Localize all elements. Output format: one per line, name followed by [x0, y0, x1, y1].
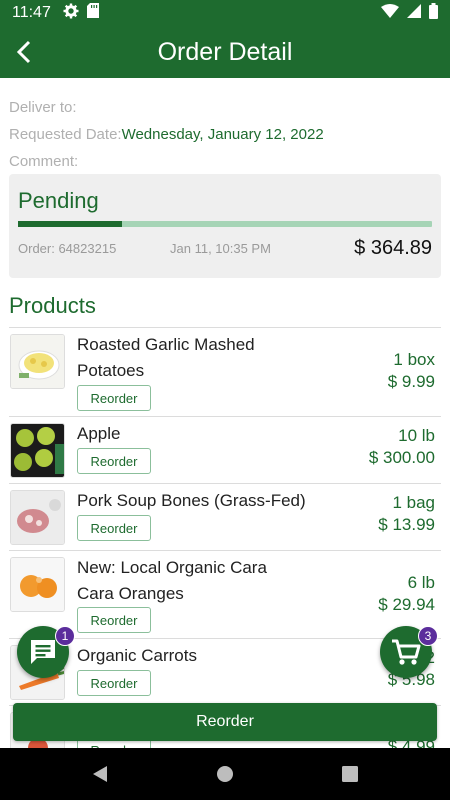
product-reorder-button[interactable]: Reorder: [77, 607, 151, 633]
cart-button[interactable]: 3: [380, 626, 438, 678]
cart-badge: 3: [418, 626, 438, 646]
settings-icon: [63, 3, 79, 24]
order-progress-fill: [18, 221, 122, 227]
deliver-to-line: Deliver to:: [9, 94, 441, 121]
order-total: $ 364.89: [354, 237, 432, 259]
nav-back-icon: [93, 766, 107, 782]
product-image-oranges: [10, 557, 65, 612]
product-list: Roasted Garlic Mashed Potatoes Reorder 1…: [9, 327, 441, 748]
wifi-icon: [381, 3, 399, 23]
page-title: Order Detail: [157, 37, 293, 66]
product-item[interactable]: Pork Soup Bones (Grass-Fed) Reorder 1 ba…: [9, 483, 441, 550]
nav-home-button[interactable]: [213, 762, 237, 786]
deliver-to-label: Deliver to:: [9, 99, 77, 116]
back-button[interactable]: [10, 38, 38, 66]
product-quantity: 1 bag: [392, 493, 435, 512]
requested-date-line: Requested Date:Wednesday, January 12, 20…: [9, 121, 441, 148]
product-name: Pork Soup Bones (Grass-Fed): [77, 491, 306, 510]
product-name: New: Local Organic Cara Cara Oranges: [77, 558, 267, 603]
status-bar: 11:47: [0, 0, 450, 26]
reorder-all-button[interactable]: Reorder: [13, 703, 437, 741]
product-reorder-button[interactable]: Reorder: [77, 448, 151, 474]
product-reorder-button[interactable]: Reorder: [77, 385, 151, 411]
back-arrow-icon: [16, 40, 31, 64]
order-status: Pending: [18, 188, 99, 213]
product-item[interactable]: New: Local Organic Cara Cara Oranges Reo…: [9, 550, 441, 638]
nav-recents-button[interactable]: [338, 762, 362, 786]
requested-date-label: Requested Date:: [9, 126, 122, 143]
product-quantity: 1 box: [393, 350, 435, 369]
product-price: $ 13.99: [378, 515, 435, 534]
product-quantity: 6 lb: [407, 573, 435, 592]
cart-icon: [392, 639, 421, 665]
status-time: 11:47: [12, 4, 51, 21]
product-image-apple: [10, 423, 65, 478]
product-reorder-button[interactable]: Reorder: [77, 670, 151, 696]
product-image-pork-bones: [10, 490, 65, 545]
comment-line: Comment:: [9, 148, 441, 175]
requested-date-value: Wednesday, January 12, 2022: [121, 126, 324, 143]
chat-button[interactable]: 1: [17, 626, 75, 678]
nav-home-icon: [217, 766, 233, 782]
product-name: Roasted Garlic Mashed Potatoes: [77, 335, 255, 380]
products-heading: Products: [9, 293, 96, 318]
nav-back-button[interactable]: [88, 762, 112, 786]
sd-card-icon: [86, 3, 99, 23]
order-status-card: Pending Order: 64823215 Jan 11, 10:35 PM…: [9, 174, 441, 278]
product-name: Organic Carrots: [77, 646, 197, 665]
product-item[interactable]: Apple Reorder 10 lb $ 300.00: [9, 416, 441, 483]
nav-recents-icon: [342, 766, 358, 782]
battery-icon: [429, 2, 438, 24]
delivery-info: Deliver to: Requested Date:Wednesday, Ja…: [0, 78, 450, 175]
product-image-mashed-potatoes: [10, 334, 65, 389]
system-nav-bar: [0, 748, 450, 800]
chat-icon: [31, 640, 55, 664]
product-price: $ 300.00: [368, 448, 435, 467]
product-price: $ 29.94: [378, 595, 435, 614]
order-number: Order: 64823215: [18, 241, 117, 256]
product-name: Apple: [77, 424, 121, 443]
app-bar: Order Detail: [0, 26, 450, 78]
order-progress-bar: [18, 221, 432, 227]
cell-signal-icon: [407, 3, 421, 23]
product-item[interactable]: Organic Carrots Reorder 2 $ 5.98: [9, 638, 441, 705]
product-price: $ 9.99: [387, 372, 435, 391]
comment-label: Comment:: [9, 153, 79, 170]
chat-badge: 1: [55, 626, 75, 646]
order-date: Jan 11, 10:35 PM: [170, 241, 271, 256]
product-item[interactable]: Roasted Garlic Mashed Potatoes Reorder 1…: [9, 327, 441, 416]
product-reorder-button[interactable]: Reorder: [77, 515, 151, 541]
product-quantity: 10 lb: [398, 426, 435, 445]
